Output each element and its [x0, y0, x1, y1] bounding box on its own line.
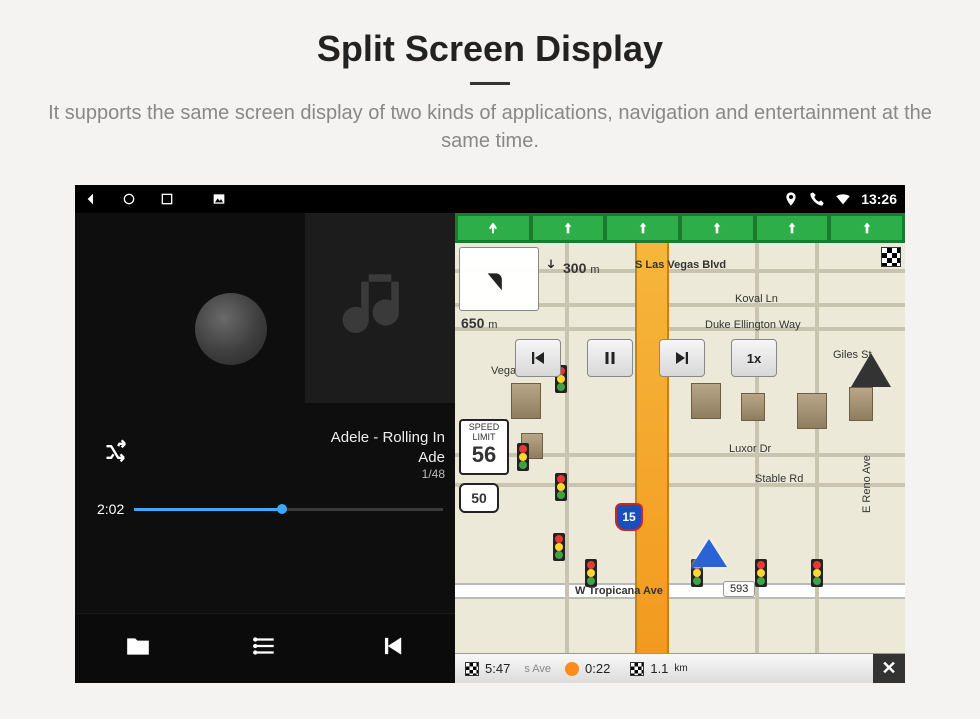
road	[565, 243, 569, 653]
lane-guidance-bar	[455, 213, 905, 243]
checkered-flag-icon	[630, 662, 644, 676]
gallery-icon[interactable]	[211, 191, 227, 207]
street-label: S Las Vegas Blvd	[635, 259, 726, 271]
route-shield: 50	[459, 483, 499, 513]
speed-limit-sign: SPEED LIMIT 56	[459, 419, 509, 475]
wifi-icon	[835, 191, 851, 207]
lane-arrow	[607, 216, 678, 240]
playlist-button[interactable]	[252, 633, 278, 664]
distance-unit: km	[674, 663, 687, 674]
street-label: Duke Ellington Way	[705, 319, 801, 331]
building	[797, 393, 827, 429]
street-label: Koval Ln	[735, 293, 778, 305]
checkered-flag-icon	[465, 662, 479, 676]
page-title: Split Screen Display	[0, 28, 980, 70]
back-icon[interactable]	[83, 191, 99, 207]
nav-bottom-bar: 5:47 s Ave 0:22 1.1 km ✕	[455, 653, 905, 683]
turn-distance-unit: m	[590, 264, 599, 276]
lane-arrow	[533, 216, 604, 240]
track-metadata: Adele - Rolling In Ade 1/48	[331, 428, 445, 483]
elapsed-time: 2:02	[97, 501, 124, 517]
location-icon	[783, 191, 799, 207]
traffic-light-icon	[517, 443, 529, 471]
road-main	[455, 583, 905, 599]
traffic-light-icon	[553, 533, 565, 561]
street-label: Stable Rd	[755, 473, 803, 485]
next-distance-unit: m	[488, 319, 497, 331]
progress-thumb[interactable]	[277, 504, 287, 514]
turn-distance-value: 300	[563, 260, 586, 276]
music-player-pane: Adele - Rolling In Ade 1/48 2:02	[75, 213, 455, 683]
page-subtitle: It supports the same screen display of t…	[0, 99, 980, 155]
building	[741, 393, 765, 421]
device-screenshot: 13:26 Adele - Rolling In Ade 1/48	[75, 185, 905, 683]
shuffle-button[interactable]	[103, 438, 131, 471]
recent-icon[interactable]	[159, 191, 175, 207]
interstate-shield: 15	[615, 503, 643, 531]
building	[849, 387, 873, 421]
building	[691, 383, 721, 419]
title-divider	[470, 82, 510, 85]
lane-arrow	[757, 216, 828, 240]
track-index: 1/48	[331, 467, 445, 483]
progress-track[interactable]	[134, 508, 443, 511]
street-number-pill: 593	[723, 581, 755, 597]
android-status-bar: 13:26	[75, 185, 905, 213]
turn-distance: 300 m	[543, 257, 600, 276]
progress-bar[interactable]: 2:02	[97, 501, 443, 517]
traffic-light-icon	[811, 559, 823, 587]
street-label: Giles St	[833, 349, 872, 361]
lane-arrow	[831, 216, 902, 240]
album-art-placeholder	[195, 293, 267, 365]
lane-arrow	[458, 216, 529, 240]
duration-icon	[565, 662, 579, 676]
nav-prev-button[interactable]	[515, 339, 561, 377]
street-label: W Tropicana Ave	[575, 585, 663, 597]
folder-button[interactable]	[125, 633, 151, 664]
status-time: 13:26	[861, 191, 897, 207]
road	[455, 483, 905, 487]
track-artist: Ade	[331, 448, 445, 468]
map-canvas[interactable]: S Las Vegas Blvd Koval Ln Duke Ellington…	[455, 243, 905, 653]
lane-arrow	[682, 216, 753, 240]
road	[815, 243, 819, 653]
traffic-light-icon	[555, 473, 567, 501]
building	[511, 383, 541, 419]
eta-value: 5:47	[485, 661, 510, 676]
duration-value: 0:22	[585, 661, 610, 676]
navigation-pane: S Las Vegas Blvd Koval Ln Duke Ellington…	[455, 213, 905, 683]
distance-value: 1.1	[650, 661, 668, 676]
nav-close-button[interactable]: ✕	[873, 654, 905, 683]
vehicle-cursor-icon	[691, 539, 727, 567]
street-label: Luxor Dr	[729, 443, 771, 455]
home-icon[interactable]	[121, 191, 137, 207]
detail-text: s Ave	[520, 663, 555, 675]
traffic-light-icon	[585, 559, 597, 587]
traffic-light-icon	[755, 559, 767, 587]
turn-instruction-panel	[459, 247, 539, 311]
nav-speed-button[interactable]: 1x	[731, 339, 777, 377]
road	[455, 327, 905, 331]
nav-pause-button[interactable]	[587, 339, 633, 377]
destination-flag-icon	[881, 247, 901, 267]
street-label: E Reno Ave	[861, 455, 873, 513]
speed-limit-value: 56	[461, 443, 507, 467]
next-distance-value: 650	[461, 315, 484, 331]
prev-track-button[interactable]	[379, 633, 405, 664]
progress-fill	[134, 508, 282, 511]
phone-icon	[809, 191, 825, 207]
nav-next-button[interactable]	[659, 339, 705, 377]
next-turn-distance: 650 m	[461, 315, 497, 331]
track-title: Adele - Rolling In	[331, 428, 445, 448]
music-note-icon	[305, 213, 455, 403]
